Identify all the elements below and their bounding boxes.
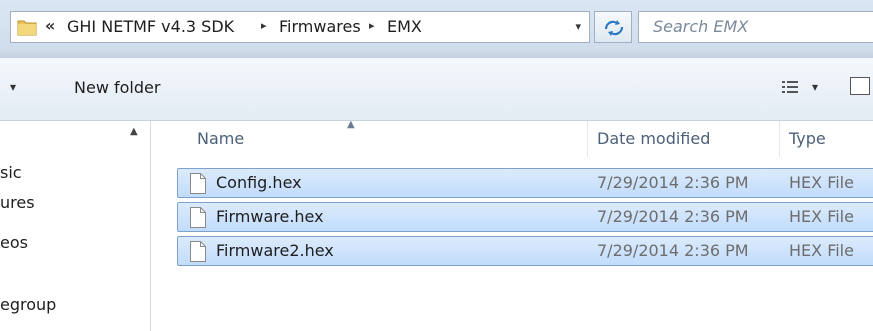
view-icon[interactable] xyxy=(782,80,798,94)
breadcrumb-emx[interactable]: EMX xyxy=(387,17,422,36)
column-divider[interactable] xyxy=(587,121,588,157)
address-dropdown-icon[interactable]: ▾ xyxy=(575,20,581,33)
file-icon xyxy=(190,173,206,194)
search-input[interactable]: Search EMX xyxy=(638,11,873,43)
file-name: Firmware2.hex xyxy=(216,241,334,260)
file-type: HEX File xyxy=(789,241,854,260)
refresh-button[interactable] xyxy=(594,11,632,43)
nav-item-pictures[interactable]: ures xyxy=(0,193,35,212)
overflow-chevron[interactable]: « xyxy=(45,16,55,35)
nav-item-homegroup[interactable]: egroup xyxy=(0,295,56,314)
file-type: HEX File xyxy=(789,207,854,226)
address-bar[interactable]: « GHI NETMF v4.3 SDK ▸ Firmwares ▸ EMX ▾ xyxy=(10,11,590,43)
breadcrumb-separator[interactable]: ▸ xyxy=(369,19,375,32)
address-bar-row: « GHI NETMF v4.3 SDK ▸ Firmwares ▸ EMX ▾… xyxy=(0,0,873,58)
file-name: Firmware.hex xyxy=(216,207,324,226)
folder-icon xyxy=(17,20,37,36)
breadcrumb-firmwares[interactable]: Firmwares xyxy=(279,17,361,36)
preview-pane-icon[interactable] xyxy=(850,77,870,95)
file-row-config-hex[interactable]: Config.hex 7/29/2014 2:36 PM HEX File xyxy=(177,168,873,198)
file-icon xyxy=(190,241,206,262)
file-date-modified: 7/29/2014 2:36 PM xyxy=(597,207,749,226)
breadcrumb-ghi-netmf-sdk[interactable]: GHI NETMF v4.3 SDK xyxy=(67,17,234,36)
breadcrumb-separator[interactable]: ▸ xyxy=(261,19,267,32)
file-type: HEX File xyxy=(789,173,854,192)
column-header-date-modified[interactable]: Date modified xyxy=(597,129,710,148)
navigation-pane: ▲ sic ures eos egroup xyxy=(0,121,151,331)
command-toolbar: ▾ New folder ▾ xyxy=(0,58,873,121)
column-divider[interactable] xyxy=(779,121,780,157)
sort-ascending-icon: ▲ xyxy=(347,119,355,130)
file-list: Name ▲ Date modified Type Config.hex 7/2… xyxy=(151,119,873,331)
nav-item-music[interactable]: sic xyxy=(0,163,22,182)
nav-item-videos[interactable]: eos xyxy=(0,233,28,252)
nav-scroll-up-icon[interactable]: ▲ xyxy=(130,126,138,137)
file-row-firmware-hex[interactable]: Firmware.hex 7/29/2014 2:36 PM HEX File xyxy=(177,202,873,232)
blurred-menu-strip xyxy=(0,50,873,58)
view-dropdown-icon[interactable]: ▾ xyxy=(812,80,818,94)
column-header-type[interactable]: Type xyxy=(789,129,826,148)
file-name: Config.hex xyxy=(216,173,302,192)
file-date-modified: 7/29/2014 2:36 PM xyxy=(597,173,749,192)
refresh-icon xyxy=(604,20,624,36)
column-header-name[interactable]: Name xyxy=(197,129,244,148)
file-row-firmware2-hex[interactable]: Firmware2.hex 7/29/2014 2:36 PM HEX File xyxy=(177,236,873,266)
file-icon xyxy=(190,207,206,228)
new-folder-button[interactable]: New folder xyxy=(74,78,160,97)
organize-dropdown-icon[interactable]: ▾ xyxy=(10,80,16,94)
search-placeholder: Search EMX xyxy=(653,17,749,36)
file-date-modified: 7/29/2014 2:36 PM xyxy=(597,241,749,260)
